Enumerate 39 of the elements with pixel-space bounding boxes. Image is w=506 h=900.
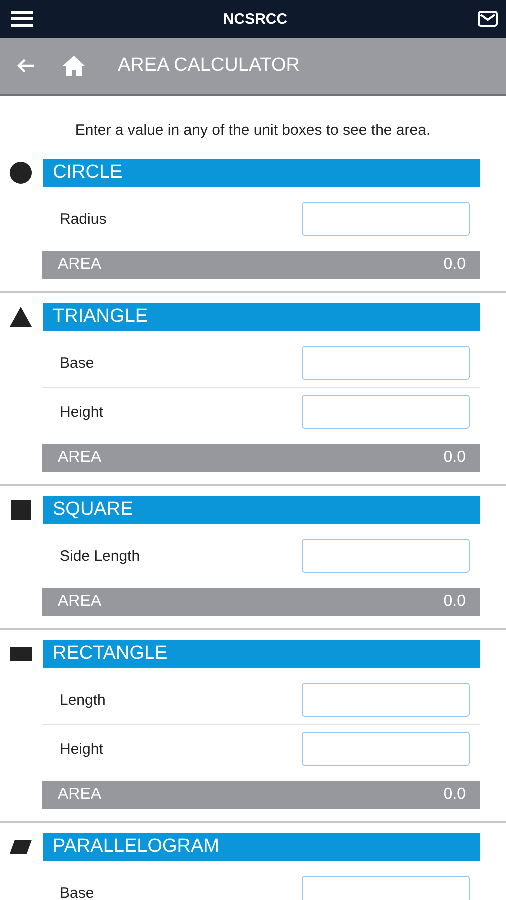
input-field[interactable] [302,202,470,236]
input-field[interactable] [302,395,470,429]
input-field[interactable] [302,346,470,380]
input-field[interactable] [302,732,470,766]
field-label: Side Length [60,548,140,564]
home-icon[interactable] [62,55,86,77]
field-label: Height [60,740,104,758]
menu-icon[interactable] [11,11,33,27]
instruction-text: Enter a value in any of the unit boxes to see the area. [74,121,432,141]
area-value: 0.0 [444,786,466,804]
shape-title-bar: TRIANGLE [43,303,480,331]
field-label: Radius [60,210,107,228]
area-value: 0.0 [444,449,466,467]
area-label: AREA [58,593,102,611]
input-field[interactable] [302,539,470,573]
app-title: NCSRCC [223,10,288,28]
circle-icon [10,162,32,184]
parallelogram-icon [10,840,32,854]
shape-title-bar: SQUARE [43,496,480,524]
shape-title-bar: PARALLELOGRAM [43,833,480,861]
input-field[interactable] [302,683,470,717]
field-label: Height [60,404,104,420]
field-label: Base [60,354,94,372]
area-label: AREA [58,256,102,274]
shape-title-bar: RECTANGLE [43,640,480,668]
rectangle-icon [10,647,32,661]
back-arrow-icon[interactable] [17,58,35,74]
triangle-icon [10,307,32,327]
area-label: AREA [58,449,102,467]
input-field[interactable] [302,876,470,900]
field-label: Length [60,692,106,708]
page-title: AREA CALCULATOR [118,55,300,77]
area-value: 0.0 [444,593,466,611]
square-icon [11,500,31,520]
area-label: AREA [58,786,102,804]
area-value: 0.0 [444,256,466,274]
shape-title-bar: CIRCLE [43,159,480,187]
field-label: Base [60,884,94,900]
mail-icon[interactable] [478,11,498,27]
